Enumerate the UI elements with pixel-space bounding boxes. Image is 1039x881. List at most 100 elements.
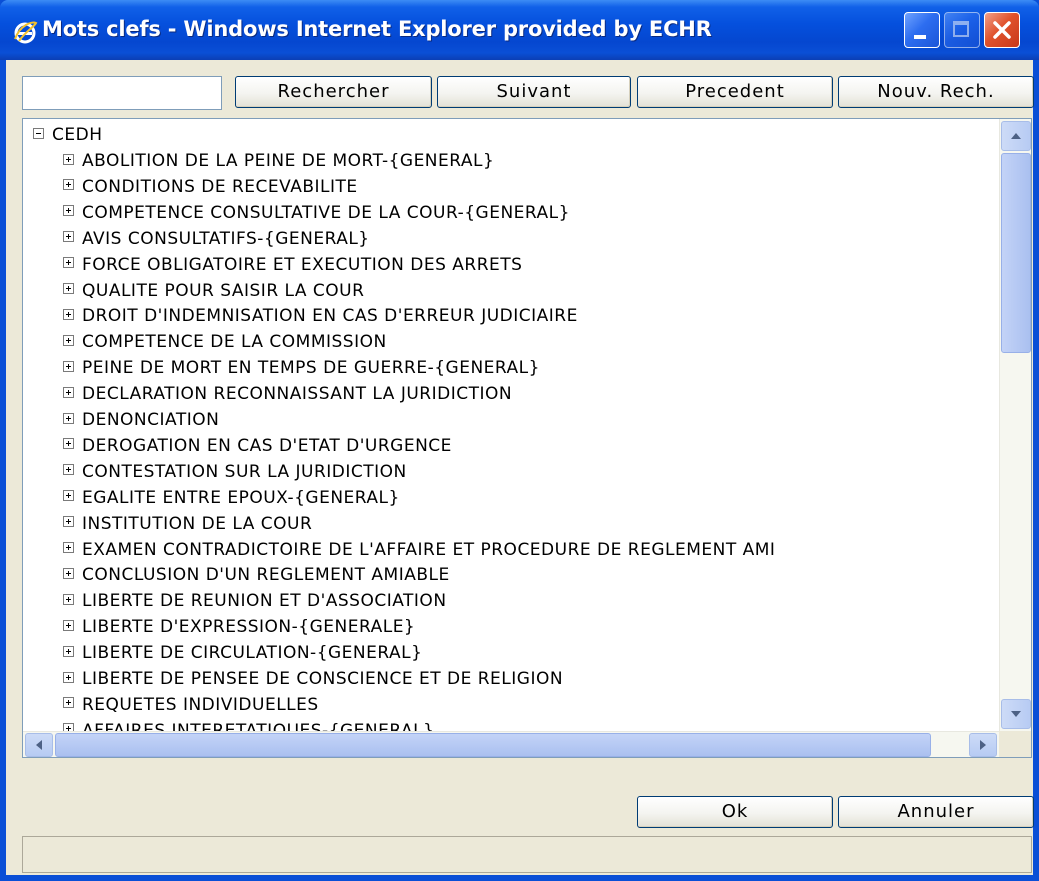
expand-icon[interactable] (63, 179, 74, 191)
tree-item[interactable]: CONCLUSION D'UN REGLEMENT AMIABLE (63, 562, 450, 588)
tree-item[interactable]: LIBERTE DE CIRCULATION-{GENERAL} (63, 640, 422, 666)
expand-icon[interactable] (63, 360, 74, 372)
tree-item[interactable]: DENONCIATION (63, 407, 219, 433)
search-input[interactable] (22, 76, 222, 110)
tree-item-label: PEINE DE MORT EN TEMPS DE GUERRE-{GENERA… (82, 358, 540, 379)
expand-icon[interactable] (63, 671, 74, 683)
ok-button[interactable]: Ok (637, 796, 833, 828)
minimize-button[interactable] (904, 12, 940, 48)
expand-icon[interactable] (63, 516, 74, 528)
suivant-button[interactable]: Suivant (437, 76, 631, 108)
scroll-left-button[interactable] (25, 733, 53, 757)
expand-icon[interactable] (63, 619, 74, 631)
expand-icon[interactable] (63, 723, 74, 731)
horizontal-scroll-thumb[interactable] (55, 733, 931, 757)
expand-icon[interactable] (63, 386, 74, 398)
tree-item[interactable]: FORCE OBLIGATOIRE ET EXECUTION DES ARRET… (63, 252, 522, 278)
tree-item[interactable]: INSTITUTION DE LA COUR (63, 511, 312, 537)
vertical-scroll-thumb[interactable] (1001, 153, 1031, 353)
tree-item[interactable]: AVIS CONSULTATIFS-{GENERAL} (63, 226, 370, 252)
scroll-up-button[interactable] (1001, 121, 1031, 151)
tree-item[interactable]: PEINE DE MORT EN TEMPS DE GUERRE-{GENERA… (63, 355, 540, 381)
window-title: Mots clefs - Windows Internet Explorer p… (42, 17, 712, 41)
tree-item-label: DROIT D'INDEMNISATION EN CAS D'ERREUR JU… (82, 306, 578, 327)
tree-item[interactable]: EXAMEN CONTRADICTOIRE DE L'AFFAIRE ET PR… (63, 537, 775, 563)
expand-icon[interactable] (63, 464, 74, 476)
scroll-corner (999, 731, 1031, 757)
arrow-right-icon (980, 740, 986, 750)
vertical-scrollbar[interactable] (999, 119, 1031, 731)
tree-item-label: QUALITE POUR SAISIR LA COUR (82, 280, 365, 301)
expand-icon[interactable] (63, 697, 74, 709)
expand-icon[interactable] (63, 308, 74, 320)
tree-item-label: REQUETES INDIVIDUELLES (82, 694, 319, 715)
tree-item[interactable]: LIBERTE DE REUNION ET D'ASSOCIATION (63, 588, 447, 614)
tree-item-label: EXAMEN CONTRADICTOIRE DE L'AFFAIRE ET PR… (82, 539, 776, 560)
tree-item-label: LIBERTE DE REUNION ET D'ASSOCIATION (82, 591, 447, 612)
expand-icon[interactable] (63, 567, 74, 579)
ie-window: Mots clefs - Windows Internet Explorer p… (0, 0, 1039, 881)
tree-item-label: CONCLUSION D'UN REGLEMENT AMIABLE (82, 565, 450, 586)
title-bar[interactable]: Mots clefs - Windows Internet Explorer p… (0, 0, 1039, 60)
arrow-up-icon (1011, 133, 1021, 139)
tree-item-label: DECLARATION RECONNAISSANT LA JURIDICTION (82, 384, 513, 405)
tree-item-label: CONDITIONS DE RECEVABILITE (82, 176, 358, 197)
expand-icon[interactable] (63, 645, 74, 657)
tree-item-label: INSTITUTION DE LA COUR (82, 513, 313, 534)
tree-item-label: FORCE OBLIGATOIRE ET EXECUTION DES ARRET… (82, 254, 523, 275)
tree-item-label: LIBERTE DE PENSEE DE CONSCIENCE ET DE RE… (82, 669, 564, 689)
expand-icon[interactable] (63, 257, 74, 269)
keyword-tree: CEDH ABOLITION DE LA PEINE DE MORT-{GENE… (22, 118, 1032, 758)
tree-root-label: CEDH (52, 125, 103, 145)
tree-root[interactable]: CEDH (33, 122, 103, 148)
rechercher-button[interactable]: Rechercher (235, 76, 432, 108)
arrow-down-icon (1011, 711, 1021, 717)
tree-item-label: COMPETENCE DE LA COMMISSION (82, 332, 387, 353)
close-button[interactable] (984, 12, 1020, 48)
expand-icon[interactable] (63, 231, 74, 243)
horizontal-scrollbar[interactable] (23, 731, 999, 757)
scroll-right-button[interactable] (969, 733, 997, 757)
tree-item[interactable]: ABOLITION DE LA PEINE DE MORT-{GENERAL} (63, 148, 494, 174)
tree-item[interactable]: DECLARATION RECONNAISSANT LA JURIDICTION (63, 381, 512, 407)
tree-item-label: EGALITE ENTRE EPOUX-{GENERAL} (82, 487, 400, 508)
expand-icon[interactable] (63, 153, 74, 165)
precedent-button[interactable]: Precedent (637, 76, 833, 108)
expand-icon[interactable] (63, 542, 74, 553)
tree-item[interactable]: DROIT D'INDEMNISATION EN CAS D'ERREUR JU… (63, 303, 578, 329)
expand-icon[interactable] (63, 412, 74, 424)
tree-item-label: CONTESTATION SUR LA JURIDICTION (82, 461, 407, 482)
tree-item[interactable]: CONDITIONS DE RECEVABILITE (63, 174, 358, 200)
tree-item-label: COMPETENCE CONSULTATIVE DE LA COUR-{GENE… (82, 202, 570, 223)
tree-item-label: ABOLITION DE LA PEINE DE MORT-{GENERAL} (82, 151, 495, 171)
expand-icon[interactable] (63, 205, 74, 217)
tree-item[interactable]: EGALITE ENTRE EPOUX-{GENERAL} (63, 485, 400, 511)
arrow-left-icon (36, 740, 42, 750)
expand-icon[interactable] (63, 438, 74, 450)
tree-item-label: AFFAIRES INTERETATIQUES-{GENERAL} (82, 720, 435, 731)
expand-icon[interactable] (63, 593, 74, 605)
tree-item[interactable]: QUALITE POUR SAISIR LA COUR (63, 278, 364, 304)
annuler-button[interactable]: Annuler (838, 796, 1034, 828)
tree-item[interactable]: REQUETES INDIVIDUELLES (63, 692, 319, 718)
tree-item[interactable]: LIBERTE DE PENSEE DE CONSCIENCE ET DE RE… (63, 666, 563, 692)
expand-icon[interactable] (63, 490, 74, 502)
scroll-down-button[interactable] (1001, 699, 1031, 729)
expand-icon[interactable] (63, 283, 74, 294)
close-icon (993, 21, 1011, 39)
tree-item[interactable]: AFFAIRES INTERETATIQUES-{GENERAL} (63, 718, 434, 731)
nouv-rech-button[interactable]: Nouv. Rech. (838, 76, 1034, 108)
tree-item[interactable]: CONTESTATION SUR LA JURIDICTION (63, 459, 407, 485)
tree-item[interactable]: COMPETENCE DE LA COMMISSION (63, 329, 387, 355)
tree-item-label: LIBERTE D'EXPRESSION-{GENERALE} (82, 617, 416, 638)
tree-item[interactable]: DEROGATION EN CAS D'ETAT D'URGENCE (63, 433, 452, 459)
tree-item-label: DEROGATION EN CAS D'ETAT D'URGENCE (82, 435, 452, 456)
tree-item[interactable]: LIBERTE D'EXPRESSION-{GENERALE} (63, 614, 415, 640)
expand-icon[interactable] (63, 334, 74, 346)
collapse-icon[interactable] (33, 127, 44, 139)
maximize-button[interactable] (944, 12, 980, 48)
status-bar (22, 836, 1032, 873)
tree-item[interactable]: COMPETENCE CONSULTATIVE DE LA COUR-{GENE… (63, 200, 570, 226)
tree-content: CEDH ABOLITION DE LA PEINE DE MORT-{GENE… (23, 119, 999, 731)
tree-item-label: DENONCIATION (82, 410, 220, 430)
